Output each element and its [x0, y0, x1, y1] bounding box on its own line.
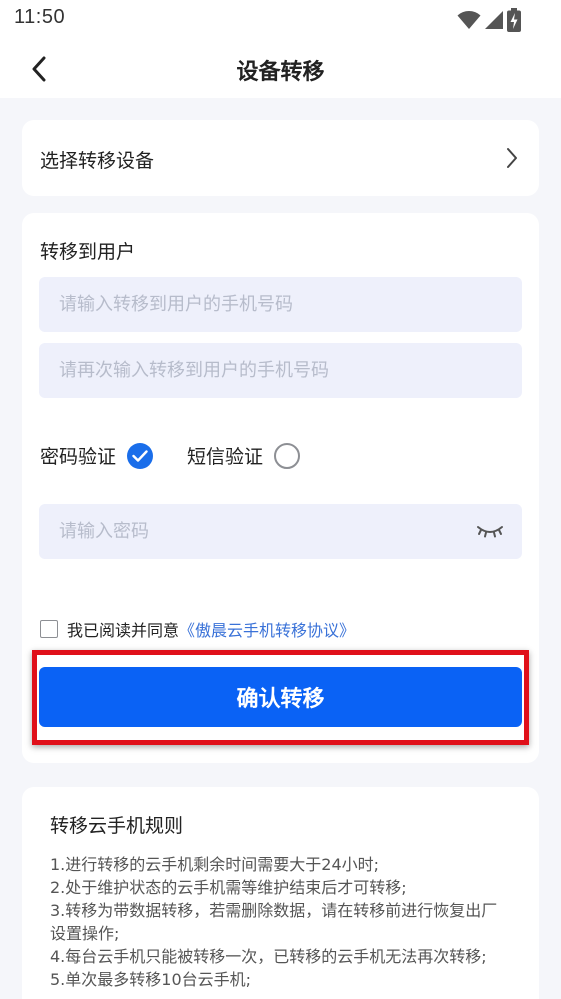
- select-device-label: 选择转移设备: [40, 150, 155, 172]
- status-bar: 11:50: [0, 0, 561, 40]
- chevron-right-icon: [507, 148, 517, 168]
- password-input[interactable]: [39, 504, 522, 559]
- status-time: 11:50: [14, 6, 66, 28]
- radio-checked-icon[interactable]: [127, 442, 154, 469]
- phone-confirm-input[interactable]: [39, 343, 522, 398]
- transfer-to-user-label: 转移到用户: [40, 241, 136, 263]
- agreement-checkbox[interactable]: [40, 620, 58, 638]
- rule-item: 3.转移为带数据转移，若需删除数据，请在转移前进行恢复出厂设置操作;: [50, 901, 498, 943]
- sms-verify-label: 短信验证: [187, 446, 264, 468]
- transfer-form-card: 转移到用户 密码验证 短信验证 我已阅读并同意 《傲晨云手机转移协议》 确认转移: [22, 213, 539, 763]
- status-icons: [457, 7, 521, 33]
- rules-title: 转移云手机规则: [50, 815, 184, 837]
- cell-signal-icon: [485, 11, 503, 29]
- page-title: 设备转移: [236, 60, 325, 85]
- agreement-text: 我已阅读并同意: [67, 621, 180, 640]
- radio-unchecked-icon[interactable]: [274, 442, 301, 469]
- rule-item: 1.进行转移的云手机剩余时间需要大于24小时;: [50, 855, 380, 874]
- rule-item: 5.单次最多转移10台云手机;: [50, 970, 252, 989]
- rules-card: 转移云手机规则 1.进行转移的云手机剩余时间需要大于24小时; 2.处于维护状态…: [22, 787, 539, 999]
- password-verify-label: 密码验证: [40, 446, 117, 468]
- phone-input[interactable]: [39, 277, 522, 332]
- rules-list: 1.进行转移的云手机剩余时间需要大于24小时; 2.处于维护状态的云手机需等维护…: [50, 853, 510, 991]
- rule-item: 4.每台云手机只能被转移一次，已转移的云手机无法再次转移;: [50, 947, 487, 966]
- select-device-row[interactable]: 选择转移设备: [22, 120, 539, 196]
- agreement-row: 我已阅读并同意 《傲晨云手机转移协议》: [40, 617, 355, 641]
- wifi-icon: [457, 11, 481, 29]
- battery-charging-icon: [507, 8, 521, 32]
- sms-verify-option[interactable]: 短信验证: [187, 442, 301, 469]
- eye-closed-icon[interactable]: [475, 520, 505, 542]
- nav-bar: 设备转移: [0, 40, 561, 98]
- confirm-transfer-button[interactable]: 确认转移: [39, 667, 522, 727]
- agreement-link[interactable]: 《傲晨云手机转移协议》: [179, 617, 355, 641]
- password-verify-option[interactable]: 密码验证: [40, 442, 154, 469]
- rule-item: 2.处于维护状态的云手机需等维护结束后才可转移;: [50, 878, 407, 897]
